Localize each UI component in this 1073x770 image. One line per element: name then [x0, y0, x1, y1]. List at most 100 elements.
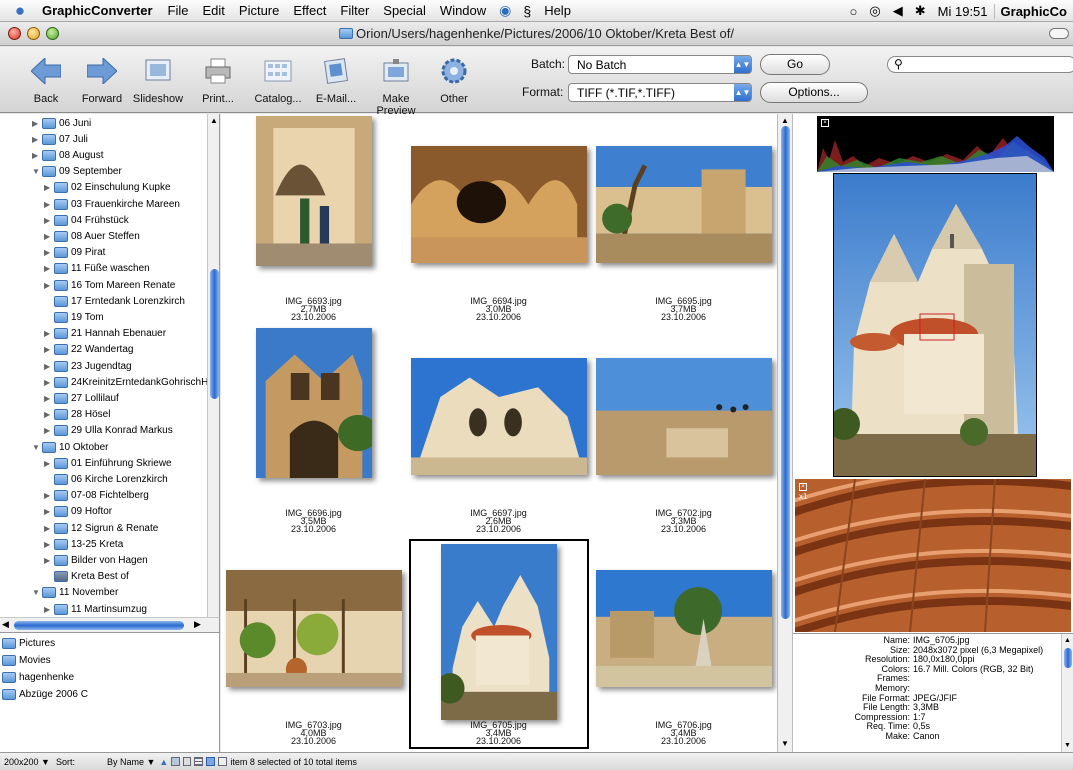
scroll-up-arrow-icon[interactable]: ▲: [1064, 636, 1071, 646]
zoom-preview[interactable]: × x1: [795, 479, 1071, 632]
scroll-right-arrow-icon[interactable]: ▶: [194, 619, 201, 630]
toolbar-toggle-button[interactable]: [1049, 28, 1069, 39]
disclosure-open-icon[interactable]: ▼: [32, 588, 42, 597]
sidebar-folder-item[interactable]: ▼ 11 November: [32, 585, 118, 601]
disclosure-closed-icon[interactable]: ▶: [44, 556, 54, 565]
disclosure-closed-icon[interactable]: ▶: [44, 507, 54, 516]
thumbnail-item[interactable]: IMG_6703.jpg 4,0MB 23.10.2006: [221, 538, 406, 750]
sidebar-folder-item[interactable]: 19 Tom: [44, 309, 104, 325]
clock-status-icon[interactable]: ○: [844, 4, 864, 19]
thumbnail-item[interactable]: IMG_6696.jpg 3,5MB 23.10.2006: [221, 326, 406, 538]
sidebar-folder-item[interactable]: ▶ 24KreinitzErntedankGohrischHe...: [44, 374, 219, 390]
sidebar-folder-item[interactable]: ▶ 16 Tom Mareen Renate: [44, 277, 175, 293]
disclosure-closed-icon[interactable]: ▶: [44, 216, 54, 225]
sidebar-folder-item[interactable]: ▶ 01 Einführung Skriewe: [44, 455, 172, 471]
sidebar-folder-item[interactable]: ▶ 12 Sigrun & Renate: [44, 520, 158, 536]
sidebar-folder-item[interactable]: 06 Kirche Lorenzkirch: [44, 471, 168, 487]
email-button[interactable]: E-Mail...: [306, 55, 366, 105]
places-item[interactable]: Movies: [2, 652, 51, 668]
disclosure-closed-icon[interactable]: ▶: [32, 135, 42, 144]
thumbnail-item[interactable]: IMG_6693.jpg 2,7MB 23.10.2006: [221, 114, 406, 326]
sidebar-folder-item[interactable]: ▶ 13-25 Kreta: [44, 536, 123, 552]
grid-view-icon[interactable]: [206, 757, 216, 766]
disclosure-closed-icon[interactable]: ▶: [44, 426, 54, 435]
thumbnail-image[interactable]: [225, 570, 402, 687]
sidebar-folder-item[interactable]: ▼ 10 Oktober: [32, 439, 108, 455]
scroll-down-arrow-icon[interactable]: ▼: [1064, 741, 1071, 751]
sidebar-folder-item[interactable]: ▶ 06 Juni: [32, 115, 91, 131]
go-button[interactable]: Go: [760, 54, 830, 75]
folder-tree-scrollbar[interactable]: ▲: [207, 114, 219, 618]
sidebar-folder-item[interactable]: ▶ 03 Frauenkirche Mareen: [44, 196, 180, 212]
disclosure-closed-icon[interactable]: ▶: [44, 524, 54, 533]
batch-popup[interactable]: No Batch ▲▼: [568, 55, 752, 74]
places-item[interactable]: Abzüge 2006 C: [2, 686, 88, 702]
disclosure-closed-icon[interactable]: ▶: [44, 183, 54, 192]
menu-file[interactable]: File: [161, 3, 196, 18]
thumbnail-grid-scrollbar[interactable]: ▲ ▼: [777, 114, 793, 752]
back-button[interactable]: Back: [16, 55, 76, 105]
folder-tree-hscrollbar[interactable]: ◀ ▶: [0, 617, 220, 632]
sidebar-folder-item[interactable]: 17 Erntedank Lorenzkirch: [44, 293, 185, 309]
sidebar-folder-item[interactable]: ▶ 27 Lollilauf: [44, 390, 119, 406]
sidebar-folder-item[interactable]: ▶ 11 Martinsumzug: [44, 601, 147, 617]
menu-filter[interactable]: Filter: [333, 3, 376, 18]
disclosure-closed-icon[interactable]: ▶: [32, 151, 42, 160]
sidebar-folder-item[interactable]: ▶ 22 Wandertag: [44, 342, 133, 358]
disclosure-closed-icon[interactable]: ▶: [44, 491, 54, 500]
places-item[interactable]: hagenhenke: [2, 669, 74, 685]
make-preview-button[interactable]: Make Preview: [366, 55, 426, 117]
disclosure-open-icon[interactable]: ▼: [32, 167, 42, 176]
disclosure-closed-icon[interactable]: ▶: [44, 264, 54, 273]
menu-picture[interactable]: Picture: [232, 3, 286, 18]
thumbnail-item[interactable]: IMG_6706.jpg 3,4MB 23.10.2006: [591, 538, 776, 750]
menu-window[interactable]: Window: [433, 3, 493, 18]
disclosure-open-icon[interactable]: ▼: [32, 443, 42, 452]
disclosure-closed-icon[interactable]: ▶: [44, 378, 54, 387]
bluetooth-icon[interactable]: ✱: [909, 3, 932, 19]
sort-popup[interactable]: By Name ▼: [107, 757, 155, 767]
thumbnail-item[interactable]: IMG_6697.jpg 2,6MB 23.10.2006: [406, 326, 591, 538]
apple-menu-icon[interactable]: ●: [0, 1, 40, 21]
menu-effect[interactable]: Effect: [286, 3, 333, 18]
catalog-button[interactable]: Catalog...: [248, 55, 308, 105]
forward-button[interactable]: Forward: [72, 55, 132, 105]
sidebar-folder-item[interactable]: ▶ 08 Auer Steffen: [44, 228, 140, 244]
export-icon[interactable]: [218, 757, 228, 766]
thumbnail-image[interactable]: [255, 328, 372, 478]
scroll-left-arrow-icon[interactable]: ◀: [2, 619, 9, 630]
sidebar-folder-item[interactable]: ▶ 02 Einschulung Kupke: [44, 180, 171, 196]
scroll-thumb[interactable]: [1064, 648, 1072, 668]
scroll-thumb[interactable]: [210, 269, 219, 399]
thumbnail-item[interactable]: IMG_6694.jpg 3,0MB 23.10.2006: [406, 114, 591, 326]
view-icon[interactable]: [171, 757, 181, 766]
disclosure-closed-icon[interactable]: ▶: [44, 394, 54, 403]
sidebar-folder-item[interactable]: ▶ 04 Frühstück: [44, 212, 129, 228]
sidebar-folder-item[interactable]: Kreta Best of: [44, 569, 129, 585]
globe-icon[interactable]: ◉: [493, 2, 517, 19]
volume-icon[interactable]: ◀: [887, 3, 909, 19]
scroll-down-arrow-icon[interactable]: ▼: [781, 739, 789, 748]
thumbnail-item[interactable]: IMG_6702.jpg 3,3MB 23.10.2006: [591, 326, 776, 538]
print-button[interactable]: Print...: [188, 55, 248, 105]
format-popup[interactable]: TIFF (*.TIF,*.TIFF) ▲▼: [568, 83, 752, 102]
menu-special[interactable]: Special: [376, 3, 433, 18]
disclosure-closed-icon[interactable]: ▶: [44, 200, 54, 209]
places-item[interactable]: Pictures: [2, 635, 55, 651]
disclosure-closed-icon[interactable]: ▶: [44, 329, 54, 338]
sync-status-icon[interactable]: ◎: [863, 3, 886, 19]
sidebar-folder-item[interactable]: ▶ 09 Hoftor: [44, 504, 112, 520]
sidebar-folder-item[interactable]: ▶ 11 Füße waschen: [44, 261, 150, 277]
sidebar-folder-item[interactable]: ▶ 21 Hannah Ebenauer: [44, 326, 166, 342]
disclosure-closed-icon[interactable]: ▶: [44, 281, 54, 290]
sidebar-folder-item[interactable]: ▶ 28 Hösel: [44, 407, 110, 423]
thumbnail-image[interactable]: [595, 146, 772, 263]
scroll-up-arrow-icon[interactable]: ▲: [781, 116, 789, 125]
thumbnail-image[interactable]: [410, 146, 587, 263]
menu-help[interactable]: Help: [537, 3, 578, 18]
list-view-icon[interactable]: [194, 757, 204, 766]
script-icon[interactable]: §: [517, 3, 537, 19]
other-button[interactable]: Other: [424, 55, 484, 105]
scroll-thumb[interactable]: [781, 126, 790, 619]
disclosure-closed-icon[interactable]: ▶: [44, 605, 54, 614]
